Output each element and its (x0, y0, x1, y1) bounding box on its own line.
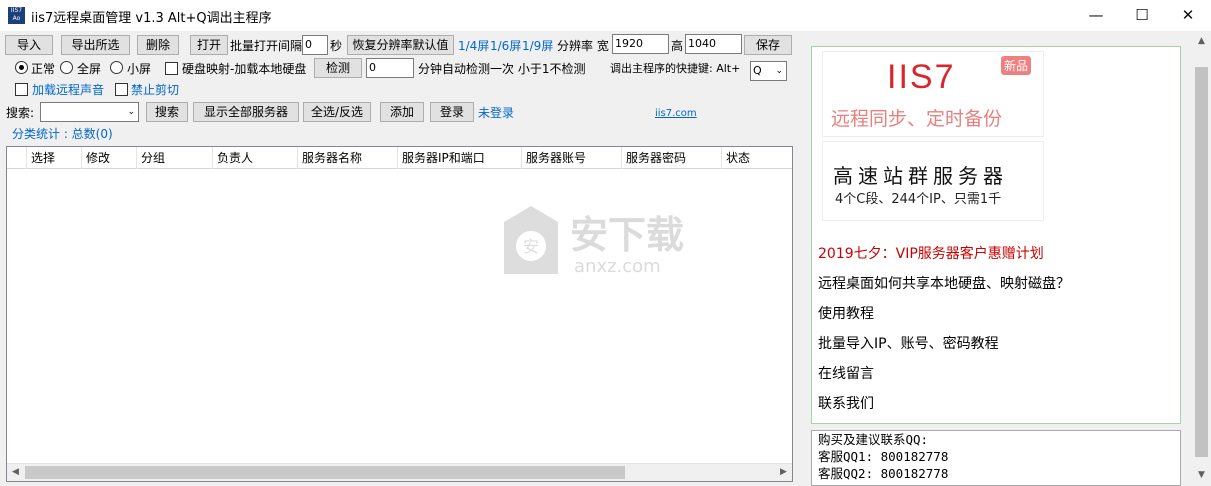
hotkey-value: Q (753, 64, 762, 77)
hotkey-select[interactable]: Q ⌄ (750, 61, 787, 81)
export-selected-button[interactable]: 导出所选 (61, 35, 130, 55)
remote-sound-label: 加载远程声音 (32, 83, 105, 97)
scroll-thumb[interactable] (1195, 67, 1208, 457)
svg-text:安: 安 (523, 237, 539, 256)
scroll-thumb[interactable] (25, 466, 625, 479)
column-header-owner[interactable]: 负责人 (213, 147, 298, 169)
watermark: 安 安下载 anxz.com (496, 200, 716, 280)
column-header-server-account[interactable]: 服务器账号 (522, 147, 622, 169)
screen-quarter-link[interactable]: 1/4屏 (458, 37, 489, 54)
column-header-edit[interactable]: 修改 (82, 147, 137, 169)
restore-resolution-button[interactable]: 恢复分辨率默认值 (347, 35, 454, 55)
mode-normal-radio[interactable] (15, 61, 28, 74)
ad-link-share-disk[interactable]: 远程桌面如何共享本地硬盘、映射磁盘？ (818, 273, 1070, 293)
open-button[interactable]: 打开 (190, 35, 228, 55)
mode-fullscreen-radio[interactable] (60, 61, 73, 74)
ad1-slogan: 远程同步、定时备份 (831, 108, 1003, 130)
detect-interval-text: 分钟自动检测一次 小于1不检测 (418, 62, 586, 76)
import-button[interactable]: 导入 (5, 35, 53, 55)
watermark-text: 安下载 (570, 213, 685, 257)
ad2-sub: 4个C段、244个IP、只需1千 (835, 192, 1002, 207)
close-icon[interactable]: ✕ (1165, 0, 1211, 31)
mode-normal-label: 正常 (31, 62, 56, 76)
detect-minutes-input[interactable]: 0 (366, 58, 414, 78)
contact-title: 购买及建议联系QQ: (818, 432, 929, 447)
disk-mapping-label: 硬盘映射-加载本地硬盘 (182, 62, 307, 76)
ad1-badge: 新品 (1001, 56, 1032, 75)
ad1-brand: IIS7 (887, 58, 956, 96)
column-header-server-ip[interactable]: 服务器IP和端口 (398, 147, 522, 169)
ad-banner-servers[interactable]: 高速站群服务器 4个C段、244个IP、只需1千 (822, 141, 1044, 221)
chevron-down-icon: ⌄ (775, 66, 783, 76)
show-all-button[interactable]: 显示全部服务器 (193, 102, 299, 122)
column-header-select[interactable]: 选择 (27, 147, 82, 169)
login-status: 未登录 (478, 106, 515, 120)
scroll-right-icon[interactable]: ▶ (775, 464, 792, 481)
delete-button[interactable]: 删除 (137, 35, 179, 55)
ad-panel: IIS7 新品 远程同步、定时备份 高速站群服务器 4个C段、244个IP、只需… (811, 46, 1181, 424)
scroll-down-icon[interactable]: ▼ (1193, 467, 1210, 484)
disable-clipboard-label: 禁止剪切 (131, 83, 180, 97)
remote-sound-checkbox[interactable] (15, 83, 28, 96)
ad-link-promo[interactable]: 2019七夕：VIP服务器客户惠赠计划 (818, 243, 1044, 263)
minimize-icon[interactable]: — (1073, 0, 1119, 31)
table-header: 选择 修改 分组 负责人 服务器名称 服务器IP和端口 服务器账号 服务器密码 … (7, 147, 792, 169)
contact-panel: 购买及建议联系QQ: 客服QQ1: 800182778 客服QQ2: 80018… (811, 430, 1181, 486)
search-label: 搜索: (6, 106, 35, 120)
batch-interval-input[interactable]: 0 (302, 35, 328, 55)
maximize-icon[interactable]: ☐ (1119, 0, 1165, 31)
resolution-height-input[interactable]: 1040 (685, 34, 742, 54)
contact-qq2: 客服QQ2: 800182778 (818, 466, 949, 481)
add-button[interactable]: 添加 (380, 102, 424, 122)
seconds-label: 秒 (330, 39, 343, 53)
mode-fullscreen-label: 全屏 (77, 62, 102, 76)
detect-button[interactable]: 检测 (314, 58, 362, 78)
vertical-scrollbar[interactable]: ▲ ▼ (1193, 31, 1211, 486)
search-button[interactable]: 搜索 (146, 102, 188, 122)
ad-link-message[interactable]: 在线留言 (818, 363, 874, 383)
shield-bag-icon: 安 (504, 206, 558, 274)
ad-link-contact[interactable]: 联系我们 (818, 393, 874, 413)
server-table[interactable]: 选择 修改 分组 负责人 服务器名称 服务器IP和端口 服务器账号 服务器密码 … (6, 146, 793, 482)
app-icon: IIS7 Ao (8, 7, 25, 24)
category-stats: 分类统计 : 总数(0) (12, 127, 113, 141)
disable-clipboard-checkbox[interactable] (115, 83, 128, 96)
resolution-width-input[interactable]: 1920 (612, 34, 669, 54)
site-link[interactable]: iis7.com (655, 108, 697, 119)
contact-qq1: 客服QQ1: 800182778 (818, 449, 949, 464)
mode-small-label: 小屏 (127, 62, 152, 76)
column-header-status[interactable]: 状态 (722, 147, 792, 169)
select-all-button[interactable]: 全选/反选 (303, 102, 371, 122)
chevron-down-icon: ⌄ (127, 107, 135, 117)
ad-banner-backup[interactable]: IIS7 新品 远程同步、定时备份 (822, 51, 1044, 137)
column-header-server-password[interactable]: 服务器密码 (622, 147, 722, 169)
search-input[interactable]: ⌄ (40, 102, 139, 122)
column-header-server-name[interactable]: 服务器名称 (298, 147, 398, 169)
ad-link-batch-import[interactable]: 批量导入IP、账号、密码教程 (818, 333, 999, 353)
horizontal-scrollbar[interactable]: ◀ ▶ (7, 463, 792, 481)
login-button[interactable]: 登录 (430, 102, 474, 122)
screen-ninth-link[interactable]: 1/9屏 (522, 37, 553, 54)
save-button[interactable]: 保存 (744, 35, 792, 55)
hotkey-label: 调出主程序的快捷键: Alt+ (610, 62, 741, 75)
batch-interval-label: 批量打开间隔 (230, 39, 303, 53)
resolution-height-label: 高 (671, 39, 684, 53)
mode-small-radio[interactable] (110, 61, 123, 74)
scroll-left-icon[interactable]: ◀ (7, 464, 24, 481)
title-bar: IIS7 Ao iis7远程桌面管理 v1.3 Alt+Q调出主程序 — ☐ ✕ (0, 0, 1211, 31)
screen-sixth-link[interactable]: 1/6屏 (490, 37, 521, 54)
scroll-up-icon[interactable]: ▲ (1193, 33, 1210, 50)
row-header-cell (7, 147, 27, 169)
ad-link-tutorial[interactable]: 使用教程 (818, 303, 874, 323)
resolution-width-label: 分辨率 宽 (557, 39, 609, 53)
watermark-sub: anxz.com (574, 256, 661, 277)
column-header-group[interactable]: 分组 (137, 147, 213, 169)
ad2-title: 高速站群服务器 (833, 164, 1008, 188)
window-title: iis7远程桌面管理 v1.3 Alt+Q调出主程序 (31, 11, 272, 26)
disk-mapping-checkbox[interactable] (165, 62, 178, 75)
